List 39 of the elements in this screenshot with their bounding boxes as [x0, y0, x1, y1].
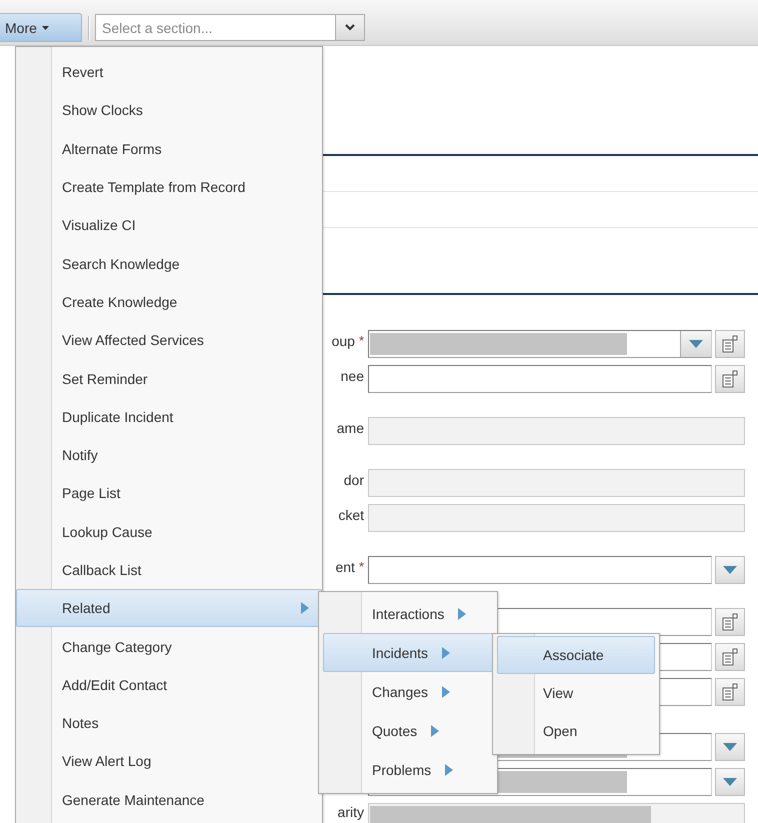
required-mark: *: [358, 559, 364, 574]
field-label: ent: [335, 558, 355, 574]
menu-item[interactable]: Search Knowledge: [16, 244, 322, 283]
menu-item[interactable]: Changes: [323, 672, 493, 711]
section-select-field[interactable]: Select a section...: [95, 14, 335, 41]
menu-item[interactable]: Notify: [16, 436, 322, 474]
menu-item[interactable]: Revert: [16, 53, 322, 92]
menu-item[interactable]: Page List: [16, 474, 322, 513]
field-label: oup: [332, 332, 355, 348]
field-label: cket: [338, 506, 364, 522]
menu-item[interactable]: Open: [497, 712, 655, 750]
menu-item[interactable]: View: [497, 674, 655, 712]
menu-item[interactable]: Interactions: [323, 594, 493, 633]
field-label: arity: [338, 804, 364, 820]
menu-item[interactable]: Lookup Cause: [16, 512, 322, 551]
field-label: nee: [340, 368, 364, 384]
menu-item[interactable]: Callback List: [16, 550, 322, 590]
field-label: dor: [344, 472, 364, 488]
field-label: ame: [336, 420, 364, 436]
menu-item[interactable]: Related: [16, 589, 322, 628]
menu-item[interactable]: Duplicate Incident: [16, 398, 322, 436]
menu-item[interactable]: Show Clocks: [16, 91, 322, 130]
required-mark: *: [358, 333, 364, 348]
menu-item[interactable]: Alternate Forms: [16, 130, 322, 168]
menu-item[interactable]: View Alert Log: [16, 742, 322, 781]
menu-item[interactable]: Add/Edit Contact: [16, 666, 322, 704]
more-button[interactable]: More: [0, 13, 82, 42]
menu-item[interactable]: Create Knowledge: [16, 282, 322, 322]
menu-item[interactable]: Generate Maintenance: [16, 780, 322, 819]
menu-item[interactable]: Associate: [497, 636, 655, 674]
menu-item[interactable]: Visualize CI: [16, 206, 322, 244]
menu-item[interactable]: Problems: [323, 750, 493, 789]
menu-item[interactable]: Notes: [16, 704, 322, 742]
menu-item[interactable]: Create Template from Record: [16, 168, 322, 206]
menu-item[interactable]: Set Reminder: [16, 359, 322, 398]
menu-item[interactable]: Change Category: [16, 627, 322, 666]
menu-item[interactable]: Incidents: [323, 633, 493, 672]
menu-item[interactable]: Quotes: [323, 711, 493, 750]
menu-item[interactable]: View Affected Services: [16, 321, 322, 360]
